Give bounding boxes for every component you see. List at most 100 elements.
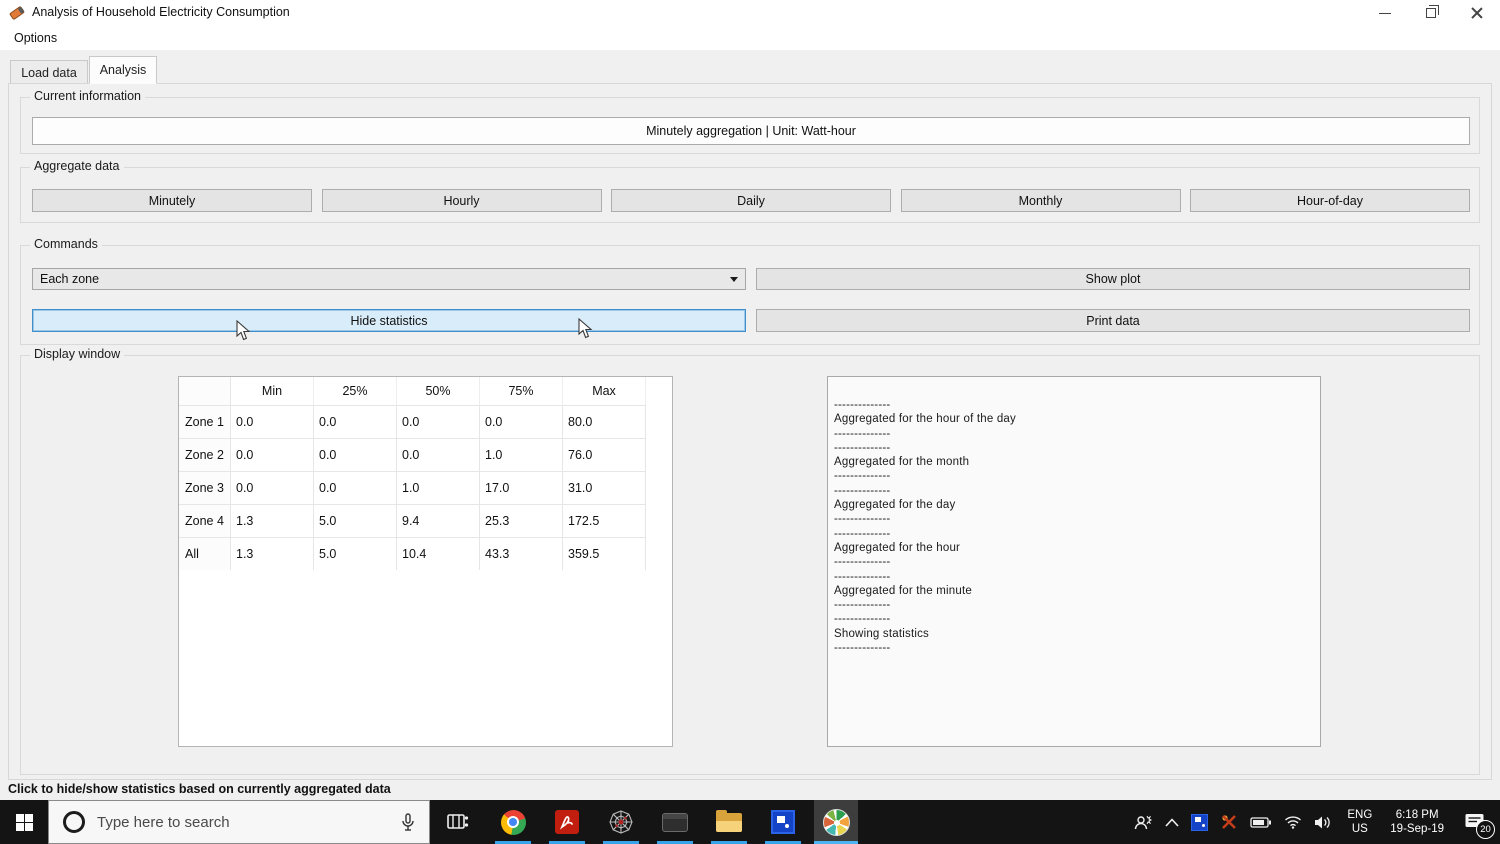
row-header: Zone 3 bbox=[179, 472, 231, 504]
log-line: -------------- bbox=[834, 527, 891, 540]
table-cell: 5.0 bbox=[314, 538, 397, 570]
taskbar-chrome-button[interactable] bbox=[491, 800, 535, 844]
zone-dropdown-value: Each zone bbox=[40, 272, 100, 286]
log-line: -------------- bbox=[834, 613, 891, 626]
table-cell: 0.0 bbox=[314, 439, 397, 471]
menu-options[interactable]: Options bbox=[10, 30, 61, 46]
log-line: -------------- bbox=[834, 470, 891, 483]
taskbar-terminal-button[interactable] bbox=[653, 800, 697, 844]
zone-dropdown[interactable]: Each zone bbox=[32, 268, 746, 290]
log-output-panel[interactable]: -------------- Aggregated for the hour o… bbox=[827, 376, 1321, 747]
log-line: -------------- bbox=[834, 441, 891, 454]
remote-desktop-icon bbox=[771, 810, 795, 834]
people-icon bbox=[1135, 815, 1153, 830]
battery-icon bbox=[1250, 817, 1272, 828]
status-bar: Click to hide/show statistics based on c… bbox=[0, 780, 1500, 800]
log-line: Aggregated for the hour of the day bbox=[834, 413, 1016, 426]
table-cell: 5.0 bbox=[314, 505, 397, 537]
col-header-50: 50% bbox=[397, 377, 480, 405]
taskbar-search[interactable] bbox=[48, 800, 430, 844]
row-header: Zone 2 bbox=[179, 439, 231, 471]
language-indicator[interactable]: ENG US bbox=[1347, 808, 1372, 836]
aggregate-data-label: Aggregate data bbox=[30, 159, 124, 173]
analysis-app-icon bbox=[822, 808, 850, 836]
tray-time: 6:18 PM bbox=[1395, 809, 1439, 821]
close-button[interactable] bbox=[1454, 0, 1500, 26]
action-center-button[interactable]: 20 bbox=[1464, 812, 1495, 839]
table-cell: 9.4 bbox=[397, 505, 480, 537]
restore-icon bbox=[1426, 5, 1439, 18]
current-information-label: Current information bbox=[30, 89, 145, 103]
table-row-zone4: Zone 4 1.3 5.0 9.4 25.3 172.5 bbox=[179, 504, 646, 537]
chevron-up-icon bbox=[1165, 817, 1179, 827]
row-header: Zone 4 bbox=[179, 505, 231, 537]
taskbar-file-explorer-button[interactable] bbox=[707, 800, 751, 844]
show-hidden-icons-button[interactable] bbox=[1165, 817, 1179, 827]
table-cell: 10.4 bbox=[397, 538, 480, 570]
log-line: -------------- bbox=[834, 399, 891, 411]
network-button[interactable] bbox=[1284, 815, 1302, 829]
system-tray: ENG US 6:18 PM 19-Sep-19 20 bbox=[1127, 800, 1500, 844]
col-header-max: Max bbox=[563, 377, 646, 405]
status-bar-text: Click to hide/show statistics based on c… bbox=[8, 782, 391, 796]
table-cell: 0.0 bbox=[314, 406, 397, 438]
row-header: All bbox=[179, 538, 231, 570]
log-line: -------------- bbox=[834, 427, 891, 440]
statistics-table[interactable]: Min 25% 50% 75% Max Zone 1 0.0 0.0 0.0 0… bbox=[178, 376, 673, 747]
table-cell: 0.0 bbox=[314, 472, 397, 504]
battery-button[interactable] bbox=[1250, 816, 1272, 828]
log-line: -------------- bbox=[834, 513, 891, 526]
log-line: -------------- bbox=[834, 556, 891, 569]
current-information-group: Current information Minutely aggregation… bbox=[20, 89, 1480, 154]
table-cell: 0.0 bbox=[231, 472, 314, 504]
table-row-zone1: Zone 1 0.0 0.0 0.0 0.0 80.0 bbox=[179, 405, 646, 438]
hour-of-day-button[interactable]: Hour-of-day bbox=[1190, 189, 1470, 212]
table-cell: 0.0 bbox=[397, 439, 480, 471]
region-code: US bbox=[1351, 823, 1368, 835]
microphone-icon[interactable] bbox=[401, 813, 415, 833]
show-plot-button[interactable]: Show plot bbox=[756, 268, 1470, 290]
people-button[interactable] bbox=[1133, 813, 1153, 831]
table-cell: 80.0 bbox=[563, 406, 646, 438]
search-input[interactable] bbox=[97, 813, 367, 831]
taskbar-acrobat-button[interactable] bbox=[545, 800, 589, 844]
log-line: Aggregated for the day bbox=[834, 499, 956, 512]
hourly-button[interactable]: Hourly bbox=[321, 189, 602, 212]
volume-button[interactable] bbox=[1314, 815, 1333, 830]
clock-indicator[interactable]: 6:18 PM 19-Sep-19 bbox=[1390, 808, 1444, 836]
mouse-cursor bbox=[236, 320, 251, 341]
cortana-icon bbox=[63, 811, 85, 833]
taskbar-remote-desktop-button[interactable] bbox=[761, 800, 805, 844]
table-cell: 0.0 bbox=[231, 439, 314, 471]
tab-load-data[interactable]: Load data bbox=[10, 60, 88, 84]
table-cell: 43.3 bbox=[480, 538, 563, 570]
table-corner-cell bbox=[179, 377, 231, 405]
window-title: Analysis of Household Electricity Consum… bbox=[32, 5, 290, 19]
start-button[interactable] bbox=[0, 800, 48, 844]
minimize-button[interactable] bbox=[1362, 0, 1408, 26]
table-cell: 31.0 bbox=[563, 472, 646, 504]
tray-remote-desktop-button[interactable] bbox=[1191, 813, 1209, 831]
tray-app-button[interactable] bbox=[1220, 814, 1238, 830]
print-data-button[interactable]: Print data bbox=[756, 309, 1470, 332]
log-line: -------------- bbox=[834, 484, 891, 497]
taskbar-analysis-app-button[interactable] bbox=[814, 800, 858, 844]
monthly-button[interactable]: Monthly bbox=[900, 189, 1181, 212]
hide-statistics-button[interactable]: Hide statistics bbox=[32, 309, 746, 332]
table-cell: 76.0 bbox=[563, 439, 646, 471]
row-header: Zone 1 bbox=[179, 406, 231, 438]
log-line: Aggregated for the hour bbox=[834, 541, 961, 554]
tab-analysis[interactable]: Analysis bbox=[89, 56, 157, 84]
task-view-button[interactable] bbox=[436, 800, 480, 844]
restore-button[interactable] bbox=[1408, 0, 1454, 26]
log-line: Showing statistics bbox=[834, 627, 929, 640]
daily-button[interactable]: Daily bbox=[611, 189, 891, 212]
spider-web-icon bbox=[609, 810, 633, 834]
table-row-all: All 1.3 5.0 10.4 43.3 359.5 bbox=[179, 537, 646, 570]
title-bar: Analysis of Household Electricity Consum… bbox=[0, 0, 1500, 26]
chrome-icon bbox=[500, 809, 526, 835]
minutely-button[interactable]: Minutely bbox=[32, 189, 312, 212]
taskbar-webapp-button[interactable] bbox=[599, 800, 643, 844]
display-window-label: Display window bbox=[30, 347, 125, 361]
taskbar: ENG US 6:18 PM 19-Sep-19 20 bbox=[0, 800, 1500, 844]
